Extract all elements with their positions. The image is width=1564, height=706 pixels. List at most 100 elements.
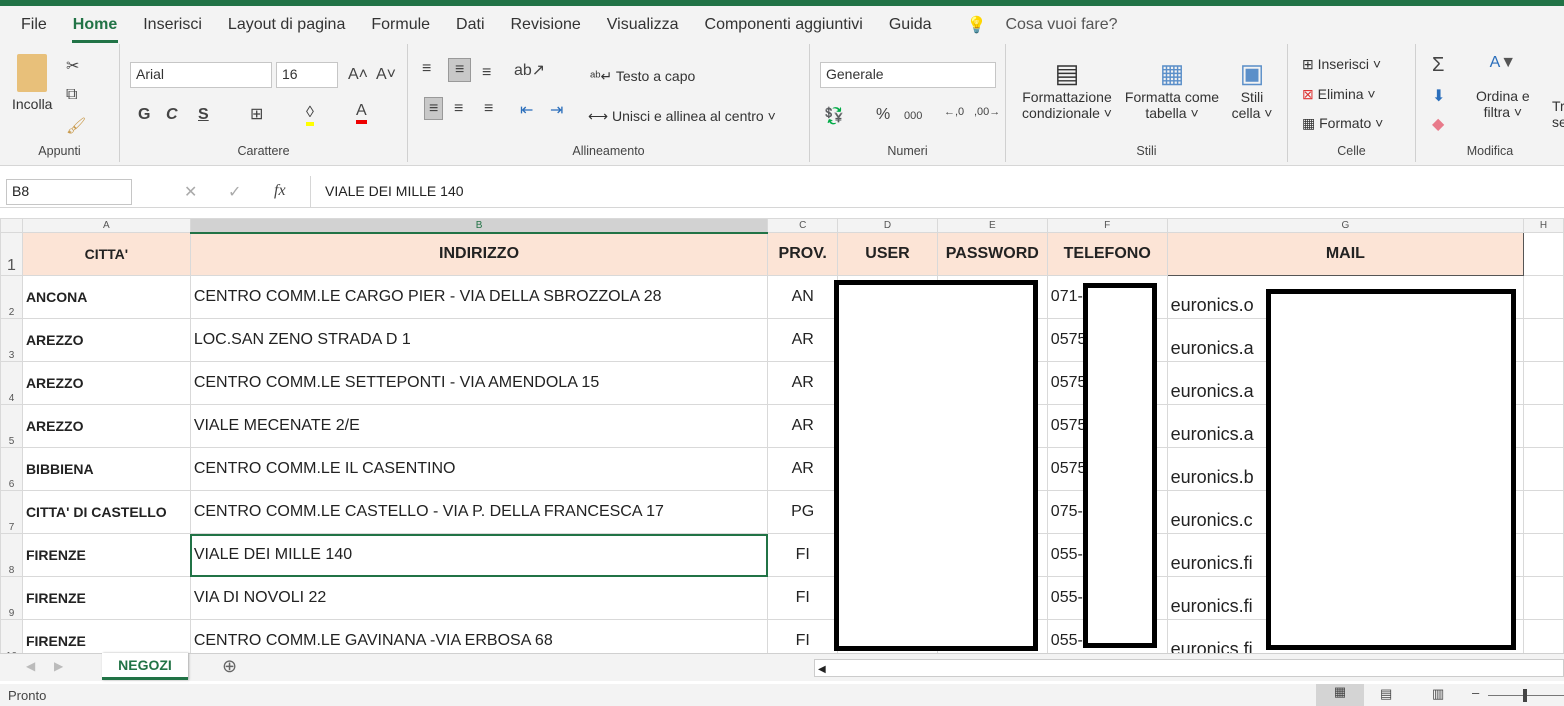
- cell[interactable]: [1524, 233, 1564, 276]
- cell[interactable]: [1524, 405, 1564, 448]
- currency-icon[interactable]: 💱: [824, 106, 844, 126]
- name-box[interactable]: B8: [6, 179, 132, 205]
- font-color-icon[interactable]: A: [356, 102, 367, 124]
- conditional-formatting-button[interactable]: ▤Formattazionecondizionale ˅: [1014, 58, 1120, 121]
- column-header[interactable]: C: [768, 219, 838, 233]
- paste-button[interactable]: Incolla: [12, 54, 52, 112]
- city-cell[interactable]: AREZZO: [22, 362, 190, 405]
- cut-icon[interactable]: ✂: [66, 56, 79, 76]
- horizontal-scrollbar[interactable]: ◀: [814, 659, 1564, 677]
- row-header[interactable]: 1: [1, 233, 23, 276]
- font-name-select[interactable]: Arial: [130, 62, 272, 88]
- decrease-decimal-icon[interactable]: ,00→: [974, 106, 1000, 118]
- scroll-left-icon[interactable]: ◀: [815, 664, 826, 675]
- cancel-icon[interactable]: ✕: [184, 182, 197, 202]
- tab-view[interactable]: Visualizza: [594, 16, 692, 34]
- address-cell[interactable]: VIALE MECENATE 2/E: [190, 405, 767, 448]
- delete-cells-button[interactable]: ⊠ Elimina ˅: [1302, 86, 1376, 103]
- percent-button[interactable]: %: [876, 106, 890, 124]
- row-header[interactable]: 2: [1, 276, 23, 319]
- autosum-icon[interactable]: Σ: [1432, 54, 1444, 77]
- align-left-icon[interactable]: ≡: [418, 98, 449, 120]
- city-cell[interactable]: CITTA' DI CASTELLO: [22, 491, 190, 534]
- city-cell[interactable]: FIRENZE: [22, 577, 190, 620]
- tab-review[interactable]: Revisione: [498, 16, 594, 34]
- header-cell[interactable]: PASSWORD: [937, 233, 1047, 276]
- province-cell[interactable]: FI: [768, 577, 838, 620]
- formula-input[interactable]: VIALE DEI MILLE 140: [310, 176, 1564, 207]
- next-sheet-icon[interactable]: ▶: [54, 659, 63, 673]
- decrease-indent-icon[interactable]: ⇤: [520, 100, 533, 120]
- increase-decimal-icon[interactable]: ←,0: [944, 106, 964, 118]
- align-top-icon[interactable]: ≡: [422, 60, 431, 78]
- address-cell[interactable]: CENTRO COMM.LE IL CASENTINO: [190, 448, 767, 491]
- prev-sheet-icon[interactable]: ◀: [26, 659, 35, 673]
- sort-filter-button[interactable]: A▼Ordina efiltra ˅: [1476, 54, 1530, 120]
- cell[interactable]: [1524, 534, 1564, 577]
- clear-icon[interactable]: ◆: [1432, 114, 1444, 134]
- italic-button[interactable]: C: [166, 106, 178, 124]
- zoom-out-icon[interactable]: –: [1472, 685, 1479, 700]
- address-cell[interactable]: VIA DI NOVOLI 22: [190, 577, 767, 620]
- column-header[interactable]: F: [1047, 219, 1167, 233]
- format-painter-icon[interactable]: 🖌: [66, 116, 86, 136]
- insert-function-button[interactable]: fx: [274, 182, 286, 200]
- province-cell[interactable]: PG: [768, 491, 838, 534]
- insert-cells-button[interactable]: ⊞ Inserisci ˅: [1302, 56, 1381, 73]
- cell[interactable]: [1524, 319, 1564, 362]
- header-cell[interactable]: TELEFONO: [1047, 233, 1167, 276]
- align-right-icon[interactable]: ≡: [484, 100, 493, 118]
- thousands-button[interactable]: 000: [904, 110, 922, 122]
- column-header[interactable]: H: [1524, 219, 1564, 233]
- tab-page-layout[interactable]: Layout di pagina: [215, 16, 358, 34]
- row-header[interactable]: 7: [1, 491, 23, 534]
- zoom-slider-thumb[interactable]: [1523, 689, 1527, 702]
- row-header[interactable]: 3: [1, 319, 23, 362]
- province-cell[interactable]: AR: [768, 448, 838, 491]
- tell-me-input[interactable]: Cosa vuoi fare?: [992, 16, 1130, 34]
- province-cell[interactable]: AR: [768, 405, 838, 448]
- cell-styles-button[interactable]: ▣Stilicella ˅: [1224, 58, 1280, 121]
- underline-button[interactable]: S: [198, 106, 209, 124]
- column-header[interactable]: G: [1167, 219, 1523, 233]
- city-cell[interactable]: FIRENZE: [22, 534, 190, 577]
- column-header[interactable]: D: [838, 219, 938, 233]
- tab-formulas[interactable]: Formule: [358, 16, 443, 34]
- row-header[interactable]: 5: [1, 405, 23, 448]
- header-cell[interactable]: USER: [838, 233, 938, 276]
- sheet-tab-negozi[interactable]: NEGOZI: [102, 653, 188, 680]
- cell[interactable]: [1524, 448, 1564, 491]
- align-middle-icon[interactable]: ≡: [448, 58, 471, 82]
- tab-file[interactable]: File: [8, 16, 60, 34]
- find-select-button[interactable]: Trsele: [1552, 98, 1564, 130]
- header-cell[interactable]: PROV.: [768, 233, 838, 276]
- add-sheet-icon[interactable]: ⊕: [222, 656, 237, 677]
- city-cell[interactable]: AREZZO: [22, 319, 190, 362]
- merge-center-button[interactable]: ⟷ Unisci e allinea al centro ˅: [588, 108, 776, 125]
- column-header[interactable]: E: [937, 219, 1047, 233]
- cell[interactable]: [1524, 491, 1564, 534]
- row-header[interactable]: 9: [1, 577, 23, 620]
- enter-icon[interactable]: ✓: [228, 182, 241, 202]
- province-cell[interactable]: AR: [768, 362, 838, 405]
- address-cell[interactable]: CENTRO COMM.LE SETTEPONTI - VIA AMENDOLA…: [190, 362, 767, 405]
- page-layout-view-icon[interactable]: ▤: [1380, 686, 1392, 702]
- province-cell[interactable]: AR: [768, 319, 838, 362]
- tab-help[interactable]: Guida: [876, 16, 945, 34]
- grow-font-icon[interactable]: A˄: [348, 66, 368, 84]
- city-cell[interactable]: BIBBIENA: [22, 448, 190, 491]
- page-break-view-icon[interactable]: ▥: [1432, 686, 1444, 702]
- province-cell[interactable]: AN: [768, 276, 838, 319]
- tab-addins[interactable]: Componenti aggiuntivi: [692, 16, 876, 34]
- city-cell[interactable]: AREZZO: [22, 405, 190, 448]
- wrap-text-button[interactable]: ᵃᵇ↵ Testo a capo: [590, 68, 695, 85]
- header-cell[interactable]: INDIRIZZO: [190, 233, 767, 276]
- align-center-icon[interactable]: ≡: [454, 100, 463, 118]
- header-cell[interactable]: MAIL: [1167, 233, 1523, 276]
- tab-insert[interactable]: Inserisci: [130, 16, 215, 34]
- header-cell[interactable]: CITTA': [22, 233, 190, 276]
- row-header[interactable]: 4: [1, 362, 23, 405]
- address-cell[interactable]: CENTRO COMM.LE CASTELLO - VIA P. DELLA F…: [190, 491, 767, 534]
- increase-indent-icon[interactable]: ⇥: [550, 100, 563, 120]
- align-bottom-icon[interactable]: ≡: [482, 64, 491, 82]
